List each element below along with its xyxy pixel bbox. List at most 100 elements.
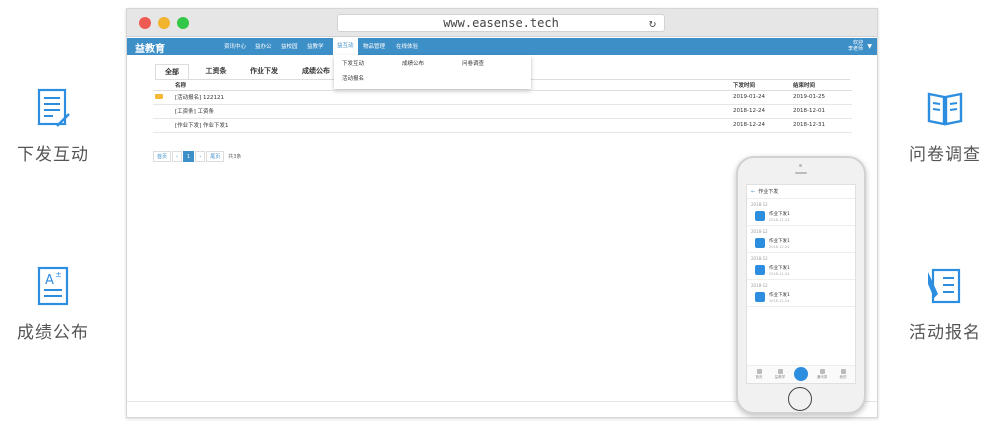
card-date: 2018-12-24 xyxy=(769,218,790,222)
unread-mail-icon xyxy=(155,93,163,99)
contacts-icon xyxy=(819,369,825,374)
row-start: 2018-12-24 xyxy=(731,118,791,133)
message-table: 名称 下发时间 结束时间 [活动报名] 122121 2019-01-24 20… xyxy=(153,80,852,133)
promo-stage: 下发互动 A ± 成绩公布 问卷调查 活动报名 www.easense.tech… xyxy=(0,0,1001,429)
feature-survey[interactable]: 问卷调查 xyxy=(890,86,1000,165)
reload-icon[interactable]: ↻ xyxy=(649,15,656,31)
url-text: www.easense.tech xyxy=(443,16,559,30)
phone-screen: ← 作业下发 2018-12 作业下发1 2018-12-24 2018-12 作… xyxy=(746,184,856,384)
edit-document-icon xyxy=(37,88,70,127)
column-header-end: 结束时间 xyxy=(791,80,852,91)
tab-home[interactable]: 首页 xyxy=(750,369,768,380)
home-button[interactable] xyxy=(788,387,812,411)
phone-mockup: ← 作业下发 2018-12 作业下发1 2018-12-24 2018-12 作… xyxy=(736,156,866,414)
pager-last-button[interactable]: 尾页 xyxy=(206,151,225,162)
table-row[interactable]: [作业下发] 作业下发1 2018-12-24 2018-12-31 xyxy=(153,118,852,133)
feature-activity-signup[interactable]: 活动报名 xyxy=(890,264,1000,343)
tab-all[interactable]: 全部 xyxy=(155,64,189,80)
list-item[interactable]: 2018-12 作业下发1 2018-12-24 xyxy=(747,282,855,307)
pagination: 首页 ‹ 1 › 尾页 共3条 xyxy=(153,151,245,162)
row-end: 2019-01-25 xyxy=(791,90,852,105)
phone-tab-bar: 首页 益教学 通讯录 我的 xyxy=(747,365,855,383)
card-title: 作业下发1 xyxy=(769,212,790,217)
bell-icon xyxy=(755,265,765,275)
list-item[interactable]: 2018-12 作业下发1 2018-12-24 xyxy=(747,255,855,280)
row-end: 2018-12-31 xyxy=(791,118,852,133)
close-window-button[interactable] xyxy=(139,17,151,29)
tab-contacts[interactable]: 通讯录 xyxy=(813,369,831,380)
group-date: 2018-12 xyxy=(751,202,768,207)
pager-first-button[interactable]: 首页 xyxy=(153,151,172,162)
feature-label: 活动报名 xyxy=(909,323,981,343)
maximize-window-button[interactable] xyxy=(177,17,189,29)
minimize-window-button[interactable] xyxy=(158,17,170,29)
table-row[interactable]: [活动报名] 122121 2019-01-24 2019-01-25 xyxy=(153,90,852,105)
tab-grades[interactable]: 成绩公布 xyxy=(295,64,337,80)
apps-grid-icon[interactable] xyxy=(794,367,808,381)
table-row[interactable]: [工资条] 工资条 2018-12-24 2018-12-01 xyxy=(153,104,852,119)
column-header-start: 下发时间 xyxy=(731,80,791,91)
app-nav-bar: 益教育 资讯中心 益办公 益校园 益教学 益互动 物品管理 在线体验 欢迎 李老… xyxy=(127,38,877,55)
back-arrow-icon[interactable]: ← xyxy=(751,189,755,195)
card-date: 2018-12-24 xyxy=(769,245,790,249)
phone-title: 作业下发 xyxy=(758,189,779,195)
nav-item-office[interactable]: 益办公 xyxy=(255,42,272,50)
row-name[interactable]: [活动报名] 122121 xyxy=(173,90,731,105)
feature-label: 成绩公布 xyxy=(17,323,89,343)
bell-icon xyxy=(755,211,765,221)
card-date: 2018-12-24 xyxy=(769,272,790,276)
svg-text:A: A xyxy=(45,273,54,288)
tab-me[interactable]: 我的 xyxy=(834,369,852,380)
bell-icon xyxy=(755,292,765,302)
app-brand: 益教育 xyxy=(135,44,165,55)
pager-current-page[interactable]: 1 xyxy=(183,151,195,162)
feature-label: 下发互动 xyxy=(17,145,89,165)
nav-item-news[interactable]: 资讯中心 xyxy=(224,42,246,50)
row-name[interactable]: [工资条] 工资条 xyxy=(173,104,731,119)
grade-document-icon: A ± xyxy=(37,266,69,306)
user-name: 李老师 xyxy=(847,46,863,52)
nav-item-interaction[interactable]: 益互动 xyxy=(333,38,358,55)
address-bar[interactable]: www.easense.tech ↻ xyxy=(337,14,665,32)
tab-homework[interactable]: 作业下发 xyxy=(243,64,285,80)
card-date: 2018-12-24 xyxy=(769,299,790,303)
pager-next-button[interactable]: › xyxy=(195,151,206,162)
nav-item-items[interactable]: 物品管理 xyxy=(363,42,385,50)
row-start: 2018-12-24 xyxy=(731,104,791,119)
feature-dispatch-interaction[interactable]: 下发互动 xyxy=(0,86,108,165)
nav-item-trial[interactable]: 在线体验 xyxy=(396,42,418,50)
list-item[interactable]: 2018-12 作业下发1 2018-12-24 xyxy=(747,201,855,226)
group-date: 2018-12 xyxy=(751,229,768,234)
card-title: 作业下发1 xyxy=(769,239,790,244)
phone-camera xyxy=(799,164,802,167)
list-item[interactable]: 2018-12 作业下发1 2018-12-24 xyxy=(747,228,855,253)
home-icon xyxy=(756,369,762,374)
row-start: 2019-01-24 xyxy=(731,90,791,105)
pager-prev-button[interactable]: ‹ xyxy=(172,151,183,162)
card-title: 作业下发1 xyxy=(769,266,790,271)
card-title: 作业下发1 xyxy=(769,293,790,298)
signup-pen-icon xyxy=(928,268,961,304)
tab-payslip[interactable]: 工资条 xyxy=(199,64,233,80)
phone-header: ← 作业下发 xyxy=(747,185,855,199)
feature-label: 问卷调查 xyxy=(909,145,981,165)
group-date: 2018-12 xyxy=(751,283,768,288)
user-icon xyxy=(840,369,846,374)
open-book-icon xyxy=(927,92,963,126)
tab-teaching[interactable]: 益教学 xyxy=(771,369,789,380)
phone-speaker xyxy=(795,172,807,174)
row-name[interactable]: [作业下发] 作业下发1 xyxy=(173,118,731,133)
nav-item-campus[interactable]: 益校园 xyxy=(281,42,298,50)
send-icon xyxy=(777,369,783,374)
user-menu[interactable]: 欢迎 李老师 xyxy=(848,40,863,52)
group-date: 2018-12 xyxy=(751,256,768,261)
menu-item-dispatch[interactable]: 下发互动 xyxy=(342,59,364,67)
feature-grade-publish[interactable]: A ± 成绩公布 xyxy=(0,264,108,343)
menu-item-survey[interactable]: 问卷调查 xyxy=(462,59,484,67)
pager-total: 共3条 xyxy=(228,154,242,160)
browser-titlebar: www.easense.tech ↻ xyxy=(127,9,877,37)
menu-item-grades[interactable]: 成绩公布 xyxy=(402,59,424,67)
nav-item-teaching[interactable]: 益教学 xyxy=(307,42,324,50)
bell-icon xyxy=(755,238,765,248)
chevron-down-icon[interactable]: ▼ xyxy=(867,43,872,50)
